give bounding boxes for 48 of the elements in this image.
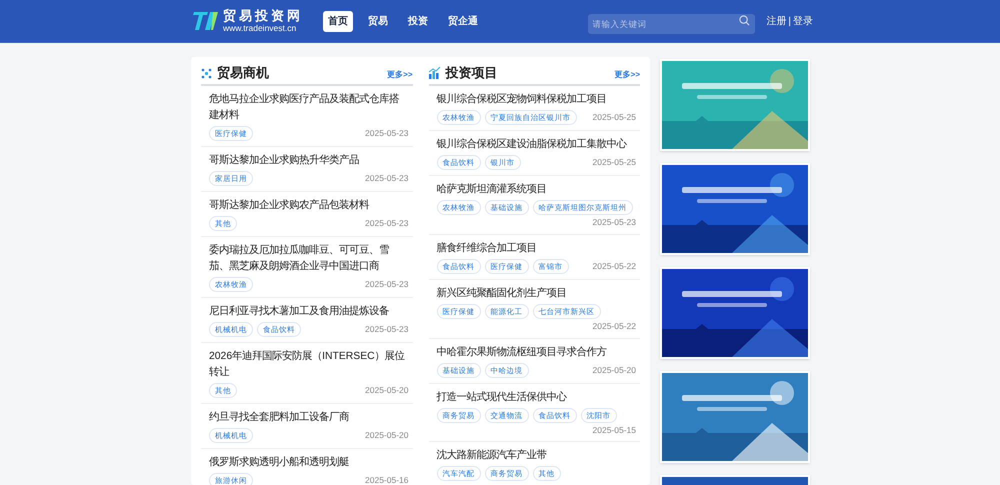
date: 2025-05-15	[592, 424, 636, 436]
date: 2025-05-23	[364, 217, 408, 230]
item-title[interactable]: 委内瑞拉及厄加拉瓜咖啡豆、可可豆、雪茄、黑芝麻及朗姆酒企业寻中国进口商	[209, 243, 408, 275]
item-title[interactable]: 2026年迪拜国际安防展（INTERSEC）展位转让	[209, 349, 408, 381]
date: 2025-05-20	[364, 384, 408, 397]
date: 2025-05-20	[364, 429, 408, 442]
date: 2025-05-25	[592, 111, 636, 124]
date: 2025-05-20	[592, 364, 636, 376]
date: 2025-05-23	[592, 216, 636, 229]
more-link[interactable]: 更多>>	[387, 69, 412, 81]
item-title[interactable]: 打造一站式现代生活保供中心	[436, 390, 636, 406]
item-title[interactable]: 尼日利亚寻找木薯加工及食用油提炼设备	[209, 304, 408, 320]
date: 2025-05-22	[592, 320, 636, 332]
more-link[interactable]: 更多>>	[614, 69, 640, 81]
section-title: 贸易商机	[217, 64, 269, 82]
item-title[interactable]: 中哈霍尔果斯物流枢纽项目寻求合作方	[436, 344, 636, 360]
item-title[interactable]: 哈萨克斯坦滴灌系统项目	[436, 182, 636, 198]
nav-tab[interactable]: 贸易	[363, 10, 393, 32]
register-link[interactable]: 注册	[766, 14, 786, 28]
item-title[interactable]: 哥斯达黎加企业求购农产品包装材料	[209, 198, 408, 214]
site-url: www.tradeinvest.cn	[223, 24, 298, 33]
separator: |	[788, 14, 791, 28]
date: 2025-05-23	[364, 323, 408, 336]
item-title[interactable]: 膳食纤维综合加工项目	[436, 240, 636, 257]
item-title[interactable]: 新兴区纯聚酯固化剂生产项目	[436, 286, 636, 302]
logo-icon	[193, 11, 219, 31]
date: 2025-05-25	[592, 156, 636, 169]
date: 2025-05-23	[364, 127, 408, 140]
nav-tab[interactable]: 首页	[323, 10, 353, 32]
date: 2025-05-23	[364, 278, 408, 291]
item-title[interactable]: 银川综合保税区宠物饲料保税加工项目	[436, 92, 636, 108]
item-title[interactable]: 哥斯达黎加企业求购热升华类产品	[209, 153, 408, 169]
date: 2025-05-22	[592, 260, 636, 273]
login-link[interactable]: 登录	[793, 14, 813, 28]
site-name: 贸易投资网	[223, 9, 303, 22]
item-title[interactable]: 银川综合保税区建设油脂保税加工集散中心	[436, 137, 636, 153]
nav-tab[interactable]: 投资	[403, 10, 433, 32]
item-title[interactable]: 沈大路新能源汽车产业带	[436, 448, 636, 464]
item-title[interactable]: 约旦寻找全套肥料加工设备厂商	[209, 410, 408, 426]
section-title: 投资项目	[446, 64, 498, 82]
item-title[interactable]: 危地马拉企业求购医疗产品及装配式仓库搭建材料	[209, 92, 408, 124]
dots-icon	[201, 68, 212, 78]
bar-chart-icon	[428, 67, 440, 79]
search-icon	[739, 15, 750, 26]
date: 2025-05-23	[364, 172, 408, 185]
item-title[interactable]: 俄罗斯求购透明小船和透明划艇	[209, 455, 408, 471]
nav-tab[interactable]: 贸企通	[443, 10, 483, 32]
date: 2025-05-16	[364, 474, 408, 485]
